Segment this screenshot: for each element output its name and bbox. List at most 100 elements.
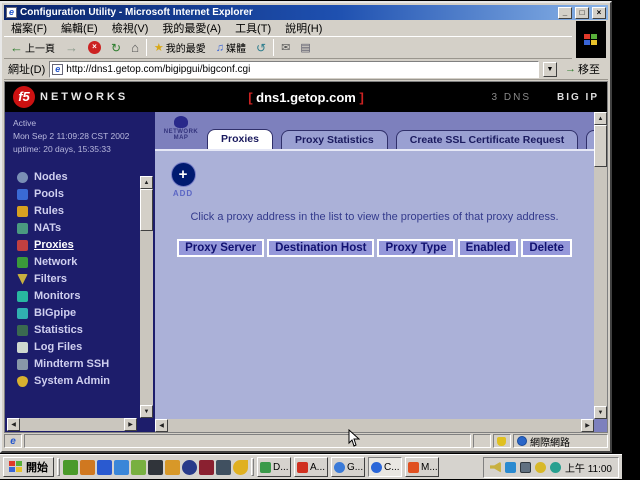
forward-button[interactable]: → xyxy=(62,41,81,55)
mail-button[interactable]: ✉ xyxy=(278,40,293,55)
taskbar-window-button[interactable]: A... xyxy=(294,457,328,477)
ie-page-icon: e xyxy=(10,436,16,447)
sidebar-item-mindterm-ssh[interactable]: Mindterm SSH xyxy=(17,356,155,373)
quicklaunch-icon[interactable] xyxy=(114,460,129,475)
back-button[interactable]: ← 上一頁 xyxy=(7,39,58,56)
scroll-up-icon[interactable]: ▲ xyxy=(594,112,607,125)
network-status-icon[interactable] xyxy=(505,462,516,473)
display-settings-icon[interactable] xyxy=(520,462,531,473)
taskbar-window-button[interactable]: M... xyxy=(405,457,439,477)
sidebar-item-rules[interactable]: Rules xyxy=(17,203,155,220)
home-button[interactable]: ⌂ xyxy=(128,39,142,56)
sidebar-item-statistics[interactable]: Statistics xyxy=(17,322,155,339)
add-proxy-button[interactable]: + ADD xyxy=(168,162,198,198)
scroll-left-icon[interactable]: ◀ xyxy=(7,418,20,431)
hostname-text: dns1.getop.com xyxy=(256,90,356,105)
menu-bar: 檔案(F) 編輯(E) 檢視(V) 我的最愛(A) 工具(T) 說明(H) xyxy=(4,20,572,36)
sidebar-item-nats[interactable]: NATs xyxy=(17,220,155,237)
tray-app-icon[interactable] xyxy=(550,462,561,473)
tray-app-icon[interactable] xyxy=(535,462,546,473)
scroll-down-icon[interactable]: ▼ xyxy=(594,406,607,419)
network-map-button[interactable]: NETWORK MAP xyxy=(158,115,204,147)
favorites-button[interactable]: ★ 我的最愛 xyxy=(151,39,209,56)
scrollbar-thumb[interactable] xyxy=(594,125,607,167)
refresh-button[interactable]: ↻ xyxy=(108,40,124,56)
go-button[interactable]: → 移至 xyxy=(561,61,604,78)
quicklaunch-icon[interactable] xyxy=(63,460,78,475)
quicklaunch-icon[interactable] xyxy=(182,460,197,475)
main-horizontal-scrollbar[interactable]: ◀ ▶ xyxy=(155,419,594,432)
back-arrow-icon: ← xyxy=(10,42,23,54)
sidebar-item-label: Nodes xyxy=(34,171,68,183)
quicklaunch-icon[interactable] xyxy=(80,460,95,475)
menu-tools[interactable]: 工具(T) xyxy=(228,19,278,37)
quicklaunch-icon[interactable] xyxy=(233,460,248,475)
scroll-right-icon[interactable]: ▶ xyxy=(124,418,137,431)
tab-proxies[interactable]: Proxies xyxy=(207,129,273,149)
sidebar-vertical-scrollbar[interactable]: ▲ ▼ xyxy=(140,176,153,418)
stop-button[interactable]: × xyxy=(85,40,104,55)
menu-help[interactable]: 說明(H) xyxy=(278,19,329,37)
sidebar-item-network[interactable]: Network xyxy=(17,254,155,271)
quicklaunch-icon[interactable] xyxy=(148,460,163,475)
clock[interactable]: 上午 11:00 xyxy=(565,460,612,475)
windows-logo-icon xyxy=(584,34,598,46)
sidebar-item-nodes[interactable]: Nodes xyxy=(17,169,155,186)
quicklaunch-icon[interactable] xyxy=(131,460,146,475)
sidebar-item-label: Statistics xyxy=(34,324,83,336)
quicklaunch-icon[interactable] xyxy=(165,460,180,475)
menu-view[interactable]: 檢視(V) xyxy=(105,19,156,37)
scroll-left-icon[interactable]: ◀ xyxy=(155,419,168,432)
refresh-icon: ↻ xyxy=(111,41,121,55)
status-panel-blank xyxy=(473,434,491,448)
taskbar-window-button-active[interactable]: C... xyxy=(368,457,402,477)
close-button[interactable]: × xyxy=(592,7,606,19)
main-vertical-scrollbar[interactable]: ▲ ▼ xyxy=(594,112,607,419)
quicklaunch-icon[interactable] xyxy=(97,460,112,475)
scroll-down-icon[interactable]: ▼ xyxy=(140,405,153,418)
menu-file[interactable]: 檔案(F) xyxy=(4,19,54,37)
status-doc-panel: e xyxy=(4,434,22,448)
column-enabled: Enabled xyxy=(458,239,519,257)
scrollbar-thumb[interactable] xyxy=(140,189,153,231)
go-label: 移至 xyxy=(578,61,600,77)
sidebar-item-label: BIGpipe xyxy=(34,307,76,319)
tab-install-ssl-certificate[interactable]: Install SSL Certif xyxy=(586,130,594,149)
scroll-right-icon[interactable]: ▶ xyxy=(581,419,594,432)
sidebar-item-proxies[interactable]: Proxies xyxy=(17,237,155,254)
volume-icon[interactable] xyxy=(490,462,501,473)
tab-proxy-statistics[interactable]: Proxy Statistics xyxy=(281,130,388,149)
sidebar-item-system-admin[interactable]: System Admin xyxy=(17,373,155,390)
start-button[interactable]: 開始 xyxy=(3,457,54,477)
address-dropdown-button[interactable]: ▼ xyxy=(543,62,557,77)
sidebar-item-filters[interactable]: Filters xyxy=(17,271,155,288)
maximize-button[interactable]: □ xyxy=(575,7,589,19)
taskbar-window-button[interactable]: G... xyxy=(331,457,365,477)
site-header: f5 NETWORKS [ dns1.getop.com ] 3 DNS BIG… xyxy=(5,82,607,112)
menu-edit[interactable]: 編輯(E) xyxy=(54,19,105,37)
app-icon xyxy=(297,462,308,473)
sidebar-horizontal-scrollbar[interactable]: ◀ ▶ xyxy=(7,418,137,431)
minimize-button[interactable]: _ xyxy=(558,7,572,19)
toolbar-drag-handle[interactable] xyxy=(251,458,254,476)
sidebar-item-logfiles[interactable]: Log Files xyxy=(17,339,155,356)
title-bar[interactable]: e Configuration Utility - Microsoft Inte… xyxy=(4,5,608,20)
sidebar-item-monitors[interactable]: Monitors xyxy=(17,288,155,305)
sidebar-item-bigpipe[interactable]: BIGpipe xyxy=(17,305,155,322)
menu-favorites[interactable]: 我的最愛(A) xyxy=(155,19,228,37)
add-icon[interactable]: + xyxy=(171,162,196,187)
tab-create-ssl-certificate-request[interactable]: Create SSL Certificate Request xyxy=(396,130,578,149)
toolbar-drag-handle[interactable] xyxy=(57,458,60,476)
sidebar-item-label: NATs xyxy=(34,222,61,234)
quicklaunch-icon[interactable] xyxy=(216,460,231,475)
page-icon: e xyxy=(52,64,63,75)
history-button[interactable]: ↺ xyxy=(253,40,269,56)
media-button[interactable]: ♫ 媒體 xyxy=(213,39,249,56)
scroll-up-icon[interactable]: ▲ xyxy=(140,176,153,189)
print-button[interactable]: ▤ xyxy=(297,40,313,55)
sidebar-item-pools[interactable]: Pools xyxy=(17,186,155,203)
taskbar-window-button[interactable]: D... xyxy=(257,457,291,477)
quicklaunch-icon[interactable] xyxy=(199,460,214,475)
stop-icon: × xyxy=(88,41,101,54)
address-input[interactable]: e http://dns1.getop.com/bigipgui/bigconf… xyxy=(49,61,539,78)
